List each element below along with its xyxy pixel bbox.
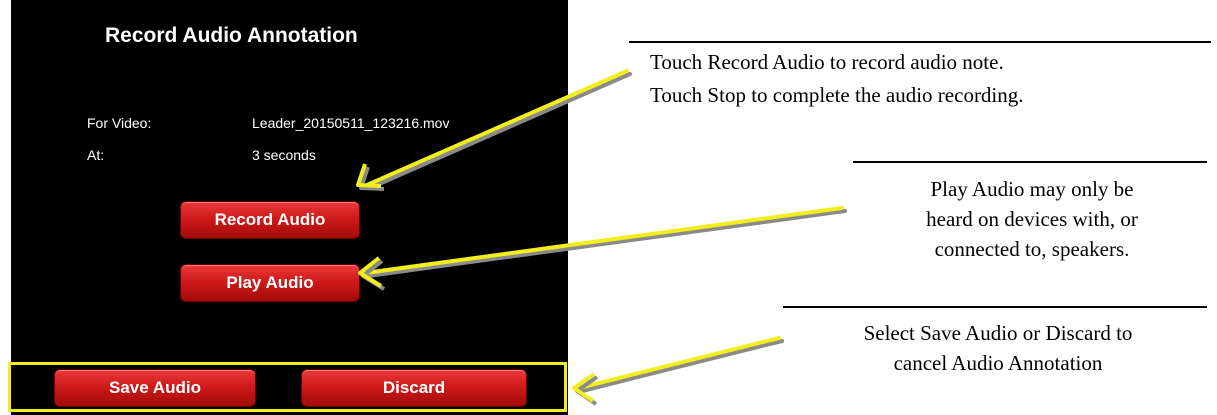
record-arrow: [356, 69, 632, 191]
play-arrow: [358, 206, 847, 291]
save-arrow: [572, 336, 784, 406]
callout-arrows: [356, 69, 847, 406]
